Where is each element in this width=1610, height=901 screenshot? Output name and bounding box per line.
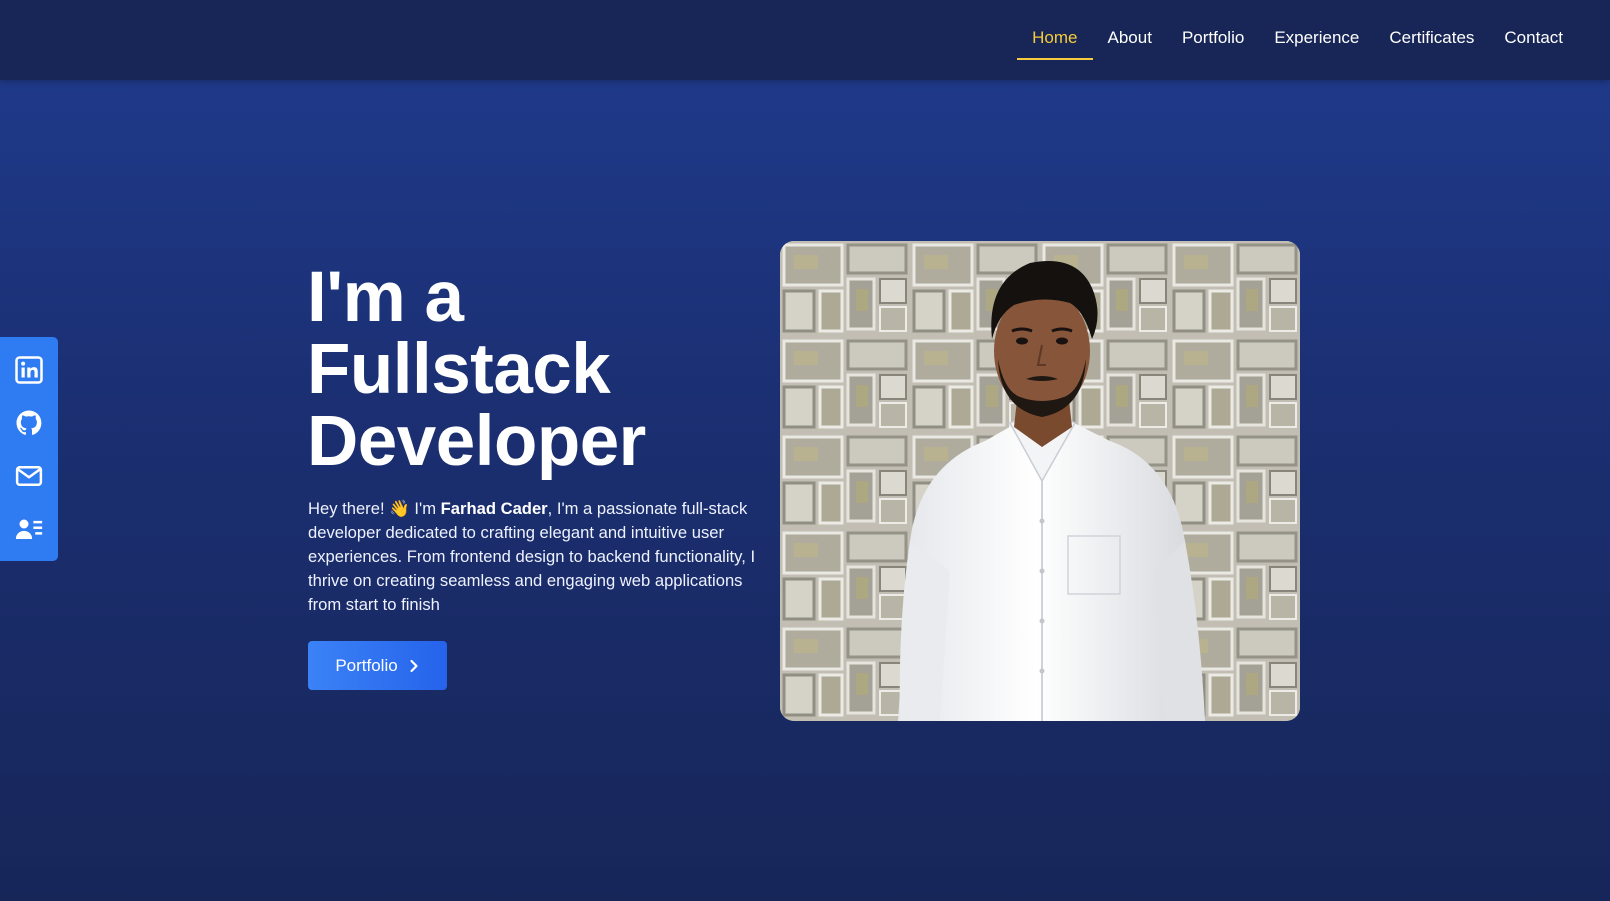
nav-item-experience[interactable]: Experience bbox=[1259, 20, 1374, 60]
nav-item-about[interactable]: About bbox=[1093, 20, 1167, 60]
hero-title-line: Fullstack bbox=[307, 330, 611, 409]
portfolio-button-label: Portfolio bbox=[335, 655, 398, 675]
social-links-bar bbox=[0, 337, 58, 561]
hero-description: Hey there! 👋 I'm Farhad Cader, I'm a pas… bbox=[308, 497, 758, 617]
contact-card-icon bbox=[15, 519, 43, 539]
top-navbar: Home About Portfolio Experience Certific… bbox=[0, 0, 1610, 80]
profile-photo-illustration bbox=[780, 241, 1300, 721]
hero-title-line: I'm a bbox=[307, 258, 464, 337]
profile-photo bbox=[780, 241, 1300, 721]
nav-menu: Home About Portfolio Experience Certific… bbox=[1017, 0, 1578, 80]
resume-link[interactable] bbox=[12, 512, 46, 546]
portfolio-button[interactable]: Portfolio bbox=[308, 641, 447, 690]
nav-item-certificates[interactable]: Certificates bbox=[1374, 20, 1489, 60]
linkedin-link[interactable] bbox=[12, 353, 46, 387]
hero-desc-prefix: Hey there! 👋 I'm bbox=[308, 499, 441, 518]
nav-item-home[interactable]: Home bbox=[1017, 20, 1093, 60]
mail-icon bbox=[15, 465, 43, 486]
github-link[interactable] bbox=[12, 406, 46, 440]
chevron-right-icon bbox=[410, 659, 418, 672]
github-icon bbox=[16, 410, 42, 435]
linkedin-icon bbox=[15, 355, 43, 384]
email-link[interactable] bbox=[12, 459, 46, 493]
hero-title: I'm a Fullstack Developer bbox=[307, 262, 747, 478]
hero-author-name: Farhad Cader bbox=[440, 499, 548, 518]
nav-item-contact[interactable]: Contact bbox=[1489, 20, 1578, 60]
nav-item-portfolio[interactable]: Portfolio bbox=[1167, 20, 1259, 60]
hero-title-line: Developer bbox=[307, 402, 646, 481]
